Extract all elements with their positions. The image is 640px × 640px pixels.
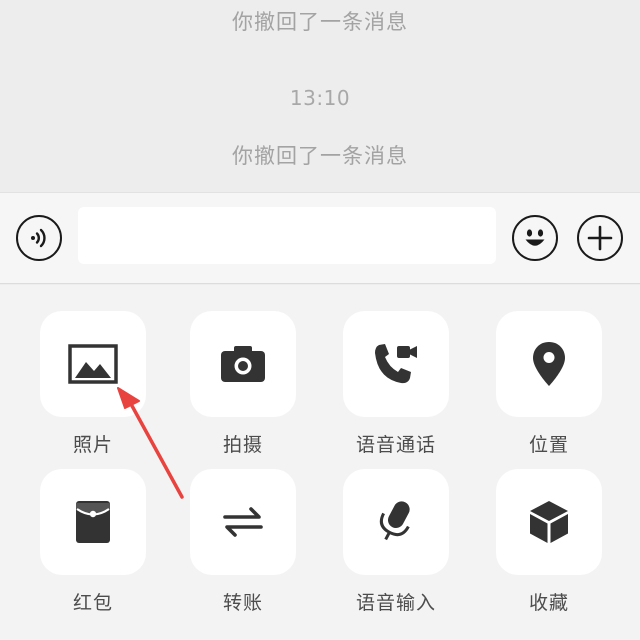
voice-input-label: 语音输入 [355,592,436,614]
location-pin-icon [533,342,565,386]
photo-icon [68,344,118,384]
plus-circle-icon [587,225,613,251]
voice-call-label: 语音通话 [355,434,436,456]
more-actions-panel: 照片 拍摄 语音通话 位置 红包 转账 语音输入 收藏 [0,285,640,640]
phone-video-icon [375,344,417,384]
red-packet-label: 红包 [72,592,113,614]
cube-icon [530,501,568,543]
camera-icon [221,346,265,382]
transfer-arrows-icon [223,507,263,537]
microphone-icon [379,501,410,541]
recall-notice: 你撤回了一条消息 [232,144,408,168]
chat-message-area: 你撤回了一条消息 13:10 你撤回了一条消息 [0,0,640,192]
voice-call-tile[interactable] [343,311,449,417]
transfer-tile[interactable] [190,469,296,575]
red-packet-tile[interactable] [40,469,146,575]
voice-input-tile[interactable] [343,469,449,575]
favorites-tile[interactable] [496,469,602,575]
more-actions-button[interactable] [577,215,623,261]
voice-wave-icon [31,228,46,248]
emoji-button[interactable] [512,215,558,261]
chat-input-bar [0,192,640,284]
message-text-input[interactable] [78,207,496,264]
camera-tile[interactable] [190,311,296,417]
favorites-label: 收藏 [528,592,569,614]
location-tile[interactable] [496,311,602,417]
photo-tile[interactable] [40,311,146,417]
smiley-face-icon [525,229,545,246]
voice-input-button[interactable] [16,215,62,261]
camera-label: 拍摄 [222,434,263,456]
red-packet-icon [76,501,110,543]
message-timestamp: 13:10 [289,86,351,110]
recall-notice: 你撤回了一条消息 [232,10,408,34]
photo-label: 照片 [72,434,113,456]
transfer-label: 转账 [222,592,263,614]
location-label: 位置 [528,434,569,456]
